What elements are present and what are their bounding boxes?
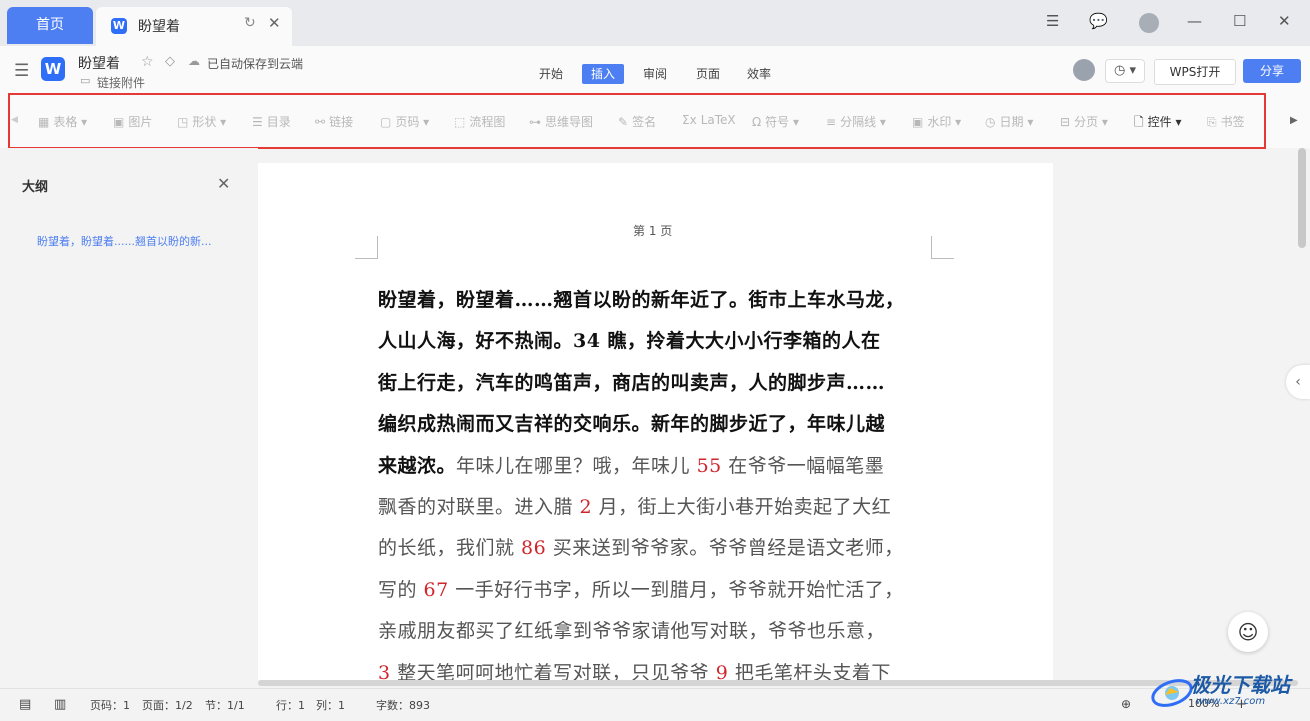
refresh-icon[interactable]: ↻: [244, 15, 256, 31]
number-span: 2: [579, 496, 593, 519]
text-span: 飘香的对联里。进入腊: [378, 496, 580, 519]
outline-panel: [0, 148, 258, 680]
vertical-scrollbar[interactable]: [1298, 148, 1306, 248]
text-line: 来越浓。年味儿在哪里？哦，年味儿 55 在爷爷一幅幅笔墨: [378, 446, 933, 487]
text-span: 整天笔呵呵地忙着写对联，只见爷爷: [390, 661, 716, 680]
layout-icon[interactable]: ☰: [1046, 12, 1059, 30]
user-avatar[interactable]: [1139, 13, 1159, 33]
text-line: 人山人海，好不热闹。34 瞧，拎着大大小小行李箱的人在: [378, 321, 933, 362]
text-span: 亲戚朋友都买了红纸拿到爷爷家请他写对联，爷爷也乐意，: [378, 620, 886, 643]
text-line: 亲戚朋友都买了红纸拿到爷爷家请他写对联，爷爷也乐意，: [378, 611, 933, 652]
menu-tab-efficiency[interactable]: 效率: [738, 64, 780, 84]
text-line: 盼望着，盼望着……翘首以盼的新年近了。街市上车水马龙，: [378, 280, 933, 321]
text-span: 来越浓。: [378, 454, 457, 477]
close-outline-icon[interactable]: ✕: [217, 174, 230, 193]
outline-title: 大纲: [22, 180, 49, 195]
status-row: 行：1: [276, 699, 305, 712]
text-line: 街上行走，汽车的鸣笛声，商店的叫卖声，人的脚步声……: [378, 363, 933, 404]
text-span: 盼望着，盼望着……翘首以盼的新年近了。街市上车水马龙，: [378, 289, 905, 311]
menu-tab-page[interactable]: 页面: [687, 64, 729, 84]
chat-icon[interactable]: 💬: [1089, 12, 1108, 30]
margin-corner-right: [931, 236, 954, 259]
text-line: 的长纸，我们就 86 买来送到爷爷家。爷爷曾经是语文老师，: [378, 528, 933, 569]
assistant-icon[interactable]: ☺: [1228, 612, 1268, 652]
tab-document[interactable]: W 盼望着 ↻ ✕: [96, 7, 292, 46]
toolbar-highlight-box: [8, 93, 1266, 149]
text-line: 飘香的对联里。进入腊 2 月，街上大街小巷开始卖起了大红: [378, 487, 933, 528]
history-button[interactable]: ◷ ▾: [1105, 59, 1145, 83]
text-span: 写的: [378, 578, 424, 601]
number-span: 67: [423, 578, 449, 601]
page-view-icon[interactable]: ▥: [54, 697, 66, 712]
status-page: 页面：1/2: [142, 699, 193, 712]
text-span: 街上行走，汽车的鸣笛声，商店的叫卖声，人的脚步声……: [378, 371, 886, 394]
hamburger-menu-icon[interactable]: ☰: [14, 61, 29, 81]
text-span: 月，街上大街小巷开始卖起了大红: [592, 496, 892, 519]
text-line: 写的 67 一手好行书字，所以一到腊月，爷爷就开始忙活了，: [378, 570, 933, 611]
status-col: 列：1: [316, 699, 345, 712]
save-status: 已自动保存到云端: [207, 57, 304, 71]
menu-tab-insert[interactable]: 插入: [582, 64, 625, 84]
text-span: 买来送到爷爷家。爷爷曾经是语文老师，: [546, 537, 904, 560]
status-page-code: 页码：1: [90, 699, 130, 712]
wps-app-icon: W: [41, 57, 65, 81]
close-tab-icon[interactable]: ✕: [268, 14, 281, 32]
watermark-name: 极光下载站: [1190, 673, 1290, 697]
menu-tab-review[interactable]: 审阅: [634, 64, 676, 84]
text-span: 年味儿在哪里？哦，年味儿: [456, 454, 697, 477]
watermark-url: www.xz7.com: [1196, 696, 1266, 707]
status-word-count: 字数：893: [376, 699, 430, 712]
text-span: 的长纸，我们就: [378, 537, 522, 560]
text-span: 在爷爷一幅幅笔墨: [721, 454, 885, 477]
text-line: 编织成热闹而又吉祥的交响乐。新年的脚步近了，年味儿越: [378, 404, 933, 445]
text-span: 一手好行书字，所以一到腊月，爷爷就开始忙活了，: [448, 578, 904, 601]
document-title[interactable]: 盼望着: [78, 53, 120, 73]
maximize-icon[interactable]: ☐: [1233, 12, 1246, 30]
text-span: 人山人海，好不热闹。34 瞧，拎着大大小小行李箱的人在: [378, 330, 881, 353]
wps-open-button[interactable]: WPS打开: [1154, 59, 1236, 85]
outline-view-icon[interactable]: ▤: [19, 697, 31, 712]
collaborator-avatar[interactable]: [1073, 59, 1095, 81]
wps-writer-icon: W: [111, 18, 127, 34]
number-span: 3: [378, 661, 391, 680]
attach-link[interactable]: 链接附件: [97, 74, 145, 91]
tab-home[interactable]: 首页: [7, 7, 93, 44]
globe-icon[interactable]: ⊕: [1121, 697, 1131, 711]
status-section: 节：1/1: [205, 699, 245, 712]
page-number-label: 第 1 页: [633, 224, 673, 238]
toolbar-scroll-right-icon[interactable]: ▶: [1290, 115, 1298, 126]
text-line: 3 整天笔呵呵地忙着写对联，只见爷爷 9 把毛笔杆头支着下: [378, 653, 933, 680]
tab-document-title: 盼望着: [138, 19, 180, 35]
horizontal-scrollbar[interactable]: [258, 680, 1298, 686]
menu-tab-start[interactable]: 开始: [530, 64, 572, 84]
status-bar: [0, 688, 1310, 721]
minimize-icon[interactable]: —: [1187, 12, 1202, 30]
share-button[interactable]: 分享: [1243, 59, 1301, 83]
folder-icon: ▭: [80, 74, 91, 87]
text-span: 编织成热闹而又吉祥的交响乐。新年的脚步近了，年味儿越: [378, 413, 886, 436]
text-span: 把毛笔杆头支着下: [728, 661, 891, 680]
outline-item[interactable]: 盼望着，盼望着......翘首以盼的新...: [37, 233, 211, 249]
number-span: 55: [696, 454, 722, 477]
tag-icon[interactable]: ◇: [165, 54, 175, 69]
star-icon[interactable]: ☆: [141, 54, 154, 70]
number-span: 86: [521, 537, 547, 560]
document-header: ☰ W 盼望着 ☆ ◇ ☁ 已自动保存到云端 ▭ 链接附件 开始 插入 审阅 页…: [0, 46, 1310, 92]
close-window-icon[interactable]: ✕: [1278, 12, 1291, 30]
margin-corner-left: [355, 236, 378, 259]
collapse-panel-button[interactable]: ‹: [1286, 365, 1310, 399]
number-span: 9: [715, 661, 729, 680]
cloud-icon: ☁: [188, 54, 200, 68]
document-body-text[interactable]: 盼望着，盼望着……翘首以盼的新年近了。街市上车水马龙， 人山人海，好不热闹。34 …: [378, 280, 933, 680]
